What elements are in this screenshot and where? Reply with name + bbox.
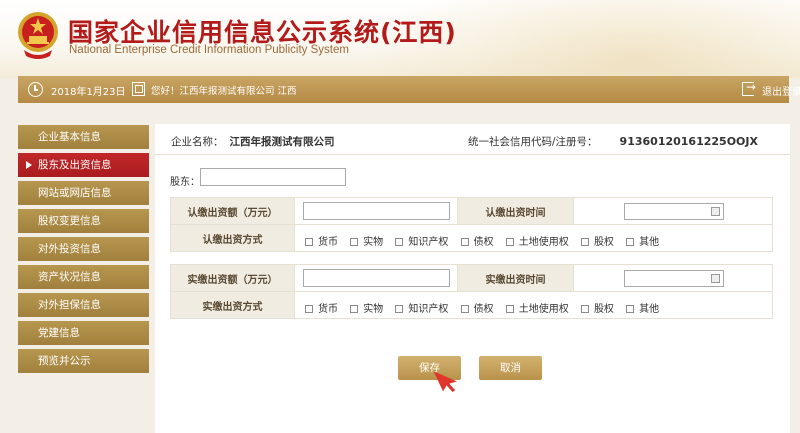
logout-icon[interactable] (742, 80, 756, 96)
site-header: 国家企业信用信息公示系统(江西) National Enterprise Cre… (0, 0, 800, 78)
subscribed-time-label: 认缴出资时间 (457, 197, 574, 225)
subscribed-table: 认缴出资额（万元） 认缴出资时间 认缴出资方式 货币 实物 知识产权 债权 土地… (170, 197, 773, 252)
national-emblem-icon (18, 12, 58, 59)
subscribed-option-ip[interactable]: 知识产权 (395, 233, 448, 248)
info-bar: 2018年1月23日 您好！江西年报测试有限公司 江西 退出登录 (18, 76, 800, 103)
current-date: 2018年1月23日 (51, 87, 126, 98)
subscribed-option-debt[interactable]: 债权 (460, 233, 494, 248)
paid-method-label: 实缴出资方式 (170, 291, 295, 319)
subscribed-method-options: 货币 实物 知识产权 债权 土地使用权 股权 其他 (305, 233, 668, 248)
paid-time-label: 实缴出资时间 (457, 264, 574, 292)
credit-code-row: 统一社会信用代码/注册号： 91360120161225OOJX (468, 134, 758, 149)
paid-option-debt[interactable]: 债权 (460, 300, 494, 315)
credit-code-value: 91360120161225OOJX (619, 135, 758, 148)
subscribed-option-physical[interactable]: 实物 (350, 233, 383, 248)
calendar-icon[interactable] (711, 274, 720, 283)
sidebar-item-equity-change[interactable]: 股权变更信息 (18, 209, 149, 233)
subscribed-amount-input[interactable] (303, 202, 450, 220)
building-icon (132, 82, 145, 96)
checkbox[interactable] (395, 305, 404, 313)
main-panel: 企业名称： 江西年报测试有限公司 统一社会信用代码/注册号： 91360120161… (155, 124, 790, 433)
greeting-text: 您好！江西年报测试有限公司 江西 (151, 86, 297, 97)
subscribed-method-label: 认缴出资方式 (170, 224, 295, 252)
calendar-icon[interactable] (711, 207, 720, 216)
checkbox[interactable] (580, 305, 589, 313)
subscribed-amount-label: 认缴出资额（万元） (170, 197, 295, 225)
credit-code-label: 统一社会信用代码/注册号： (468, 136, 598, 148)
sidebar-item-website[interactable]: 网站或网店信息 (18, 181, 149, 205)
sidebar-item-investment[interactable]: 对外投资信息 (18, 237, 149, 261)
shareholder-label: 股东： (170, 177, 200, 188)
checkbox[interactable] (395, 238, 404, 246)
checkbox[interactable] (350, 305, 359, 313)
checkbox[interactable] (460, 305, 469, 313)
sidebar-item-party[interactable]: 党建信息 (18, 321, 149, 345)
checkbox[interactable] (305, 238, 313, 246)
paid-amount-label: 实缴出资额（万元） (170, 264, 295, 292)
cancel-button[interactable]: 取消 (479, 356, 542, 380)
subscribed-time-picker[interactable] (624, 203, 724, 220)
shareholder-input[interactable] (200, 168, 346, 186)
sidebar-item-shareholders[interactable]: 股东及出资信息 (18, 153, 149, 177)
paid-time-picker[interactable] (624, 270, 724, 287)
site-subtitle: National Enterprise Credit Information P… (69, 44, 349, 56)
checkbox[interactable] (505, 238, 514, 246)
sidebar-nav: 企业基本信息 股东及出资信息 网站或网店信息 股权变更信息 对外投资信息 资产状… (18, 125, 149, 377)
company-name-label: 企业名称： (171, 136, 224, 148)
paid-option-ip[interactable]: 知识产权 (395, 300, 448, 315)
checkbox[interactable] (305, 305, 313, 313)
logout-link[interactable]: 退出登录 (762, 83, 800, 98)
paid-option-physical[interactable]: 实物 (350, 300, 383, 315)
checkbox[interactable] (460, 238, 469, 246)
paid-option-currency[interactable]: 货币 (305, 300, 338, 315)
company-name-value: 江西年报测试有限公司 (229, 136, 335, 148)
subscribed-option-land[interactable]: 土地使用权 (505, 233, 569, 248)
sidebar-item-basic-info[interactable]: 企业基本信息 (18, 125, 149, 149)
pointer-arrow-icon (433, 371, 457, 393)
checkbox[interactable] (580, 238, 589, 246)
paid-option-other[interactable]: 其他 (626, 300, 659, 315)
subscribed-option-equity[interactable]: 股权 (580, 233, 614, 248)
subscribed-option-other[interactable]: 其他 (626, 233, 659, 248)
clock-icon (28, 82, 43, 97)
paid-option-equity[interactable]: 股权 (580, 300, 614, 315)
paid-table: 实缴出资额（万元） 实缴出资时间 实缴出资方式 货币 实物 知识产权 债权 土地… (170, 264, 773, 319)
paid-method-options: 货币 实物 知识产权 债权 土地使用权 股权 其他 (305, 300, 668, 315)
sidebar-item-assets[interactable]: 资产状况信息 (18, 265, 149, 289)
subscribed-option-currency[interactable]: 货币 (305, 233, 338, 248)
checkbox[interactable] (350, 238, 359, 246)
company-name-row: 企业名称： 江西年报测试有限公司 (171, 134, 335, 149)
sidebar-item-guarantee[interactable]: 对外担保信息 (18, 293, 149, 317)
sidebar-item-preview[interactable]: 预览并公示 (18, 349, 149, 373)
divider (155, 154, 790, 155)
paid-amount-input[interactable] (303, 269, 450, 287)
checkbox[interactable] (505, 305, 514, 313)
checkbox[interactable] (626, 305, 635, 313)
paid-option-land[interactable]: 土地使用权 (505, 300, 569, 315)
checkbox[interactable] (626, 238, 635, 246)
